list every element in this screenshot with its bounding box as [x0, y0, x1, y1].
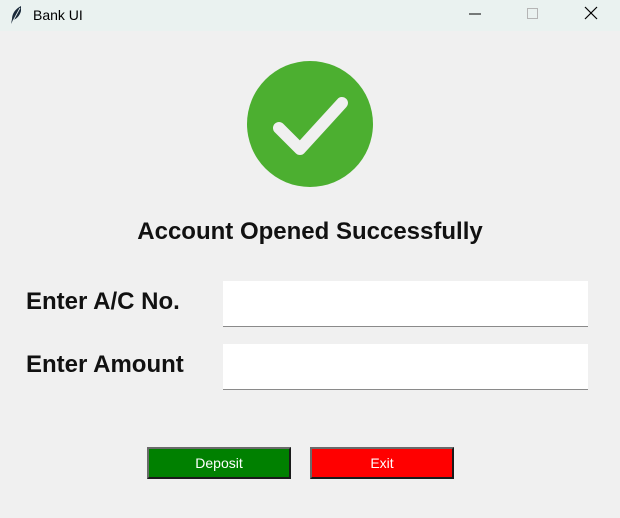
close-icon — [584, 6, 598, 25]
title-bar: Bank UI — [0, 0, 620, 31]
check-circle-icon — [247, 61, 373, 187]
amount-input[interactable] — [223, 344, 588, 390]
maximize-button[interactable] — [510, 0, 556, 31]
account-number-label: Enter A/C No. — [26, 288, 180, 315]
feather-icon — [9, 5, 25, 25]
maximize-icon — [527, 7, 539, 25]
bank-window: Bank UI Account Opened Successfully Ente… — [0, 0, 620, 518]
amount-label: Enter Amount — [26, 351, 184, 378]
minimize-button[interactable] — [452, 0, 498, 31]
window-title: Bank UI — [33, 7, 83, 23]
account-number-input[interactable] — [223, 281, 588, 327]
deposit-button[interactable]: Deposit — [147, 447, 291, 479]
status-message: Account Opened Successfully — [137, 218, 483, 245]
minimize-icon — [469, 7, 481, 25]
exit-button[interactable]: Exit — [310, 447, 454, 479]
close-button[interactable] — [568, 0, 614, 31]
